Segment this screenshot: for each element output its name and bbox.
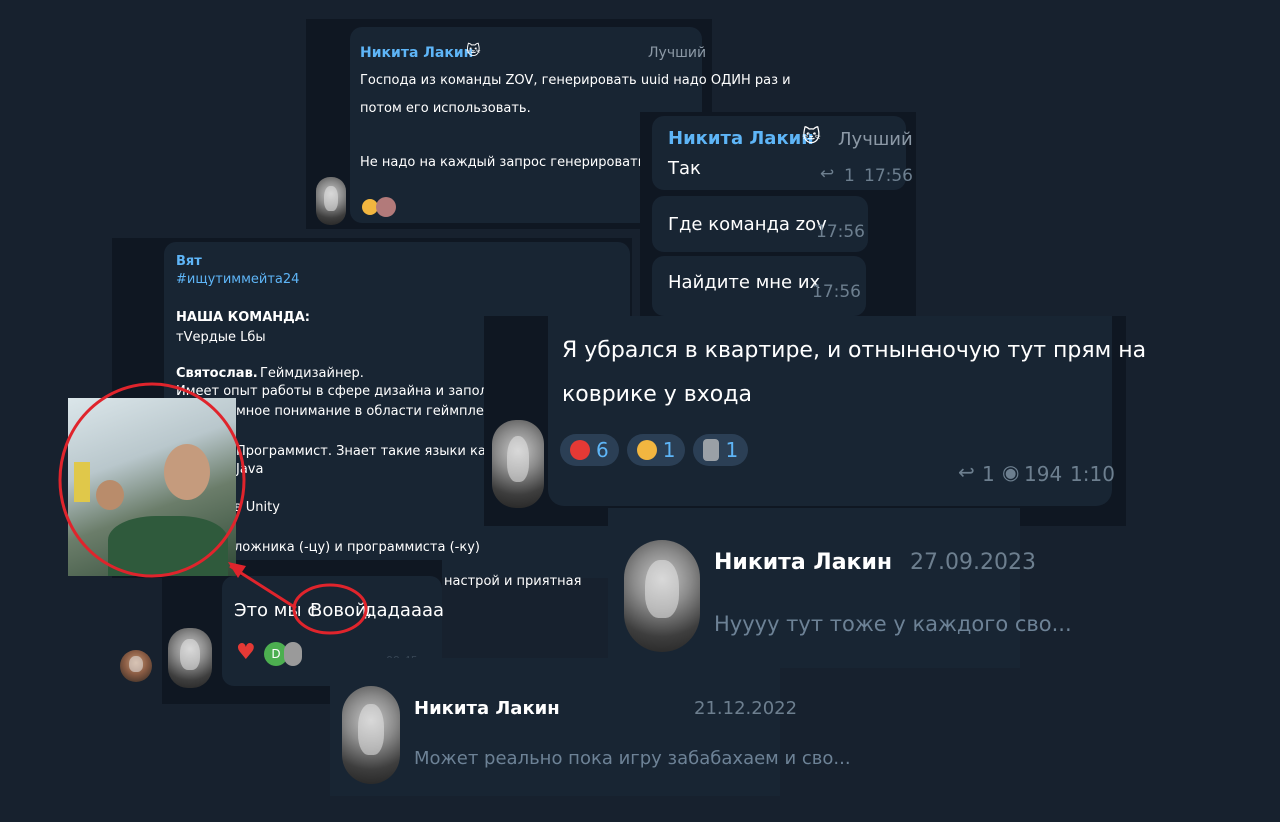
card5-reaction-1-count: 6 bbox=[596, 438, 609, 462]
card3-line-5: в Unity bbox=[234, 500, 280, 515]
vyat-avatar[interactable] bbox=[120, 650, 152, 682]
card5-avatar[interactable] bbox=[492, 420, 544, 508]
card5-views-icon: ◉ bbox=[1002, 460, 1020, 484]
card3-person1-name: Святослав. bbox=[176, 366, 258, 381]
card5-reaction-moai[interactable]: 1 bbox=[693, 434, 749, 466]
card5-reply-count: 1 bbox=[982, 462, 995, 486]
card4-reactor-avatar[interactable] bbox=[284, 642, 302, 666]
card4-heart-reaction-icon[interactable]: ♥ bbox=[236, 640, 256, 665]
card2-sender-name[interactable]: Никита Лакин bbox=[668, 128, 814, 149]
card3-team-name: тVердые Lбы bbox=[176, 330, 266, 345]
chat-item-1-date: 27.09.2023 bbox=[910, 550, 1036, 575]
card2-role-tag: Лучший bbox=[838, 129, 913, 150]
card1-line-2: потом его использовать. bbox=[360, 101, 531, 116]
card5-message-bubble[interactable]: Я убрался в квартире, и отныне ночую тут… bbox=[548, 316, 1146, 506]
card2-message-1-time: 17:56 bbox=[864, 166, 913, 186]
chat-item-1-preview: Нуууу тут тоже у каждого сво... bbox=[714, 612, 1072, 636]
chat-item-1-avatar bbox=[624, 540, 700, 652]
card2-panel: Никита Лакин 🐱 Лучший Так ↩ 1 17:56 Где … bbox=[640, 112, 916, 324]
card5-reply-icon[interactable]: ↩ bbox=[958, 460, 975, 484]
card1-sender-name[interactable]: Никита Лакин bbox=[360, 45, 473, 61]
card2-message-3-time: 17:56 bbox=[812, 282, 861, 302]
card2-message-3-text: Найдите мне их bbox=[668, 272, 821, 293]
card3-person1-role: Геймдизайнер. bbox=[260, 366, 364, 381]
chat-item-2-avatar bbox=[342, 686, 400, 784]
card5-reaction-heart-fire[interactable]: 6 bbox=[560, 434, 619, 466]
card3-line-7: настрой и приятная bbox=[444, 574, 582, 589]
card4-avatar[interactable] bbox=[168, 628, 212, 688]
card5-reactions: 6 1 1 bbox=[560, 434, 749, 466]
card4-text-prefix: Это мы с bbox=[234, 600, 318, 621]
card1-badge-icon: 🐱 bbox=[466, 43, 481, 59]
card5-reaction-exploding-head[interactable]: 1 bbox=[626, 434, 686, 466]
card3-hashtag[interactable]: #ищутиммейта24 bbox=[176, 272, 299, 287]
card3-line-1: Имеет опыт работы в сфере дизайна и запо… bbox=[176, 384, 488, 399]
card2-message-2-text: Где команда zov bbox=[668, 214, 827, 235]
card5-time: 1:10 bbox=[1070, 462, 1115, 486]
card5-line1-b: отныне bbox=[848, 338, 934, 363]
card5-panel: Я убрался в квартире, и отныне ночую тут… bbox=[484, 316, 1146, 526]
chat-item-2-name: Никита Лакин bbox=[414, 698, 560, 719]
card1-avatar[interactable] bbox=[316, 177, 346, 225]
card5-line1-c: ночую тут прям на bbox=[928, 338, 1147, 363]
exploding-head-icon bbox=[636, 440, 657, 460]
card5-reaction-2-count: 1 bbox=[662, 438, 676, 462]
card3-line-6: ложника (-цу) и программиста (-ку) bbox=[234, 540, 480, 555]
chat-list-item-1[interactable]: Никита Лакин 27.09.2023 Нуууу тут тоже у… bbox=[608, 508, 1072, 668]
card2-reply-icon[interactable]: ↩ bbox=[820, 164, 834, 184]
card2-badge-icon: 🐱 bbox=[802, 126, 821, 147]
card5-line2: коврике у входа bbox=[562, 382, 752, 407]
annotation-photo bbox=[68, 398, 236, 576]
card3-sender-name[interactable]: Вят bbox=[176, 254, 202, 269]
card2-message-1-text: Так bbox=[668, 158, 701, 179]
card3-heading: НАША КОМАНДА: bbox=[176, 310, 310, 325]
card5-views-count: 194 bbox=[1024, 462, 1063, 486]
card2-message-2[interactable]: Где команда zov 17:56 bbox=[652, 196, 868, 252]
chat-item-2-preview: Может реально пока игру забабахаем и сво… bbox=[414, 748, 851, 769]
chat-list-item-2[interactable]: Никита Лакин 21.12.2022 Может реально по… bbox=[330, 658, 851, 796]
card1-line-1: Господа из команды ZOV, генерировать uui… bbox=[360, 73, 791, 88]
card2-message-1[interactable]: Никита Лакин 🐱 Лучший Так ↩ 1 17:56 bbox=[652, 116, 913, 190]
moai-icon bbox=[703, 439, 720, 461]
card5-line1-a: Я убрался в квартире, и bbox=[562, 338, 842, 363]
heart-fire-icon bbox=[570, 440, 590, 460]
card2-message-2-time: 17:56 bbox=[816, 222, 865, 242]
card4-text-suffix: дадаааа bbox=[364, 600, 445, 621]
card2-message-3[interactable]: Найдите мне их 17:56 bbox=[652, 256, 866, 316]
card2-reply-count: 1 bbox=[844, 166, 855, 186]
card5-reaction-3-count: 1 bbox=[725, 438, 739, 462]
card3-line-2: омное понимание в области геймпле bbox=[228, 404, 484, 419]
card1-reactor-avatar[interactable] bbox=[376, 197, 396, 217]
chat-item-2-date: 21.12.2022 bbox=[694, 698, 798, 719]
card3-line-4: Java bbox=[236, 462, 264, 477]
card1-role-tag: Лучший bbox=[648, 45, 707, 61]
card3-line-3: Программист. Знает такие языки как bbox=[236, 444, 494, 459]
chat-item-1-name: Никита Лакин bbox=[714, 550, 893, 575]
